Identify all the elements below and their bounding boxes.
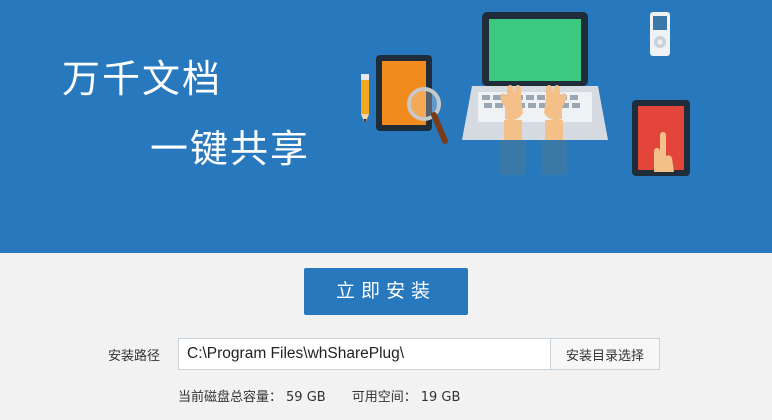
install-now-button[interactable]: 立即安装 <box>304 268 468 315</box>
music-player-icon <box>650 12 670 56</box>
install-path-box: 安装目录选择 <box>178 338 660 370</box>
slogan-line-1: 万千文档 <box>62 57 223 101</box>
pencil-icon <box>361 74 369 124</box>
disk-info: 当前磁盘总容量： 59 GB 可用空间： 19 GB <box>178 386 464 405</box>
slogan-line-2: 一键共享 <box>150 127 311 171</box>
disk-free-label: 可用空间： <box>351 390 417 405</box>
disk-total-label: 当前磁盘总容量： <box>178 390 283 405</box>
install-path-label: 安装路径 <box>108 349 161 364</box>
install-path-input[interactable] <box>179 339 550 369</box>
tablet-touch-icon <box>632 100 690 176</box>
laptop-typing-icon <box>462 12 608 175</box>
browse-directory-button[interactable]: 安装目录选择 <box>550 339 659 369</box>
tablet-with-magnifier-icon <box>376 55 448 144</box>
disk-total-value: 59 GB <box>286 390 326 405</box>
banner: 万千文档 一键共享 <box>0 0 772 253</box>
disk-free-value: 19 GB <box>420 390 461 405</box>
illustration <box>361 12 690 176</box>
